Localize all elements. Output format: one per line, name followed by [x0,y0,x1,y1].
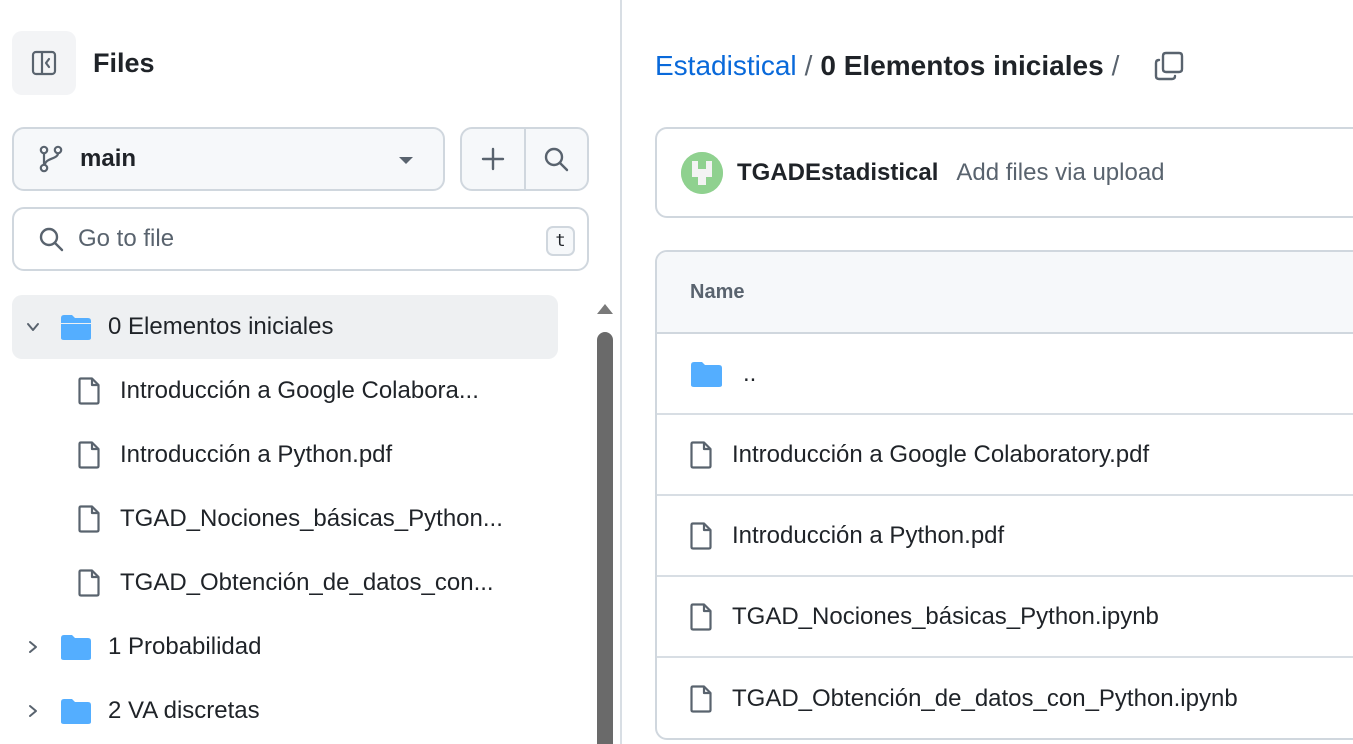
row-label[interactable]: .. [743,360,756,388]
row-label[interactable]: Introducción a Python.pdf [732,522,1004,550]
go-to-file-placeholder: Go to file [78,225,175,252]
folder-icon [61,635,91,660]
table-row[interactable]: Introducción a Python.pdf [657,496,1353,577]
caret-down-icon [399,157,413,164]
scroll-up-arrow-icon[interactable] [597,304,613,314]
chevron-right-icon[interactable] [24,704,42,718]
git-branch-icon [39,145,63,173]
copy-icon [1155,51,1184,81]
scrollbar-thumb[interactable] [597,332,613,744]
commit-author[interactable]: TGADEstadistical [737,159,938,187]
table-row-parent-dir[interactable]: .. [657,334,1353,415]
table-row[interactable]: Introducción a Google Colaboratory.pdf [657,415,1353,496]
file-icon [690,521,712,550]
tree-item-label: TGAD_Obtención_de_datos_con... [120,569,494,596]
row-label[interactable]: Introducción a Google Colaboratory.pdf [732,441,1149,469]
folder-icon [691,361,722,387]
tree-item-label: 1 Probabilidad [108,633,262,660]
breadcrumb-repo-link[interactable]: Estadistical [655,50,797,82]
file-icon [78,505,100,533]
branch-selector-button[interactable]: main [12,127,445,191]
keyboard-shortcut-hint: t [546,226,575,256]
tree-item-label: TGAD_Nociones_básicas_Python... [120,505,503,532]
chevron-down-icon[interactable] [24,320,42,334]
sidebar-collapse-icon [31,50,57,76]
sidebar-actions [460,127,589,191]
search-icon [39,227,64,252]
breadcrumb-separator: / [804,50,813,81]
chevron-right-icon[interactable] [24,640,42,654]
tree-folder-item[interactable]: 0 Elementos iniciales [12,295,558,359]
file-icon [690,684,712,713]
file-icon [78,441,100,469]
file-tree-sidebar: Files main Go to file t 0 Elementos inic… [0,0,622,744]
tree-file-item[interactable]: TGAD_Nociones_básicas_Python... [12,487,558,551]
file-table: Name .. Introducción a Google Colaborato… [655,250,1353,740]
commit-message[interactable]: Add files via upload [956,159,1164,187]
table-row[interactable]: TGAD_Obtención_de_datos_con_Python.ipynb [657,658,1353,738]
file-icon [78,377,100,405]
tree-file-item[interactable]: TGAD_Obtención_de_datos_con... [12,551,558,615]
column-header-name: Name [690,280,745,303]
latest-commit-box: TGADEstadistical Add files via upload [655,127,1353,218]
tree-file-item[interactable]: Introducción a Google Colabora... [12,359,558,423]
tree-item-label: 0 Elementos iniciales [108,313,334,340]
tree-item-label: 2 VA discretas [108,697,260,724]
add-file-button[interactable] [462,129,524,189]
folder-icon [61,699,91,724]
identicon-icon [681,151,723,194]
sidebar-title: Files [93,47,155,78]
sidebar-header: Files [12,30,155,96]
file-icon [690,602,712,631]
tree-folder-item[interactable]: 2 VA discretas [12,679,558,743]
branch-name: main [80,145,137,172]
file-icon [78,569,100,597]
file-icon [690,440,712,469]
tree-item-label: Introducción a Python.pdf [120,441,393,468]
tree-folder-item[interactable]: 1 Probabilidad [12,615,558,679]
table-header: Name [657,252,1353,334]
breadcrumb-separator: / [1111,50,1120,81]
plus-icon [481,147,504,171]
breadcrumb: Estadistical / 0 Elementos iniciales / [655,44,1185,88]
folder-open-icon [61,315,91,340]
row-label[interactable]: TGAD_Nociones_básicas_Python.ipynb [732,603,1159,631]
avatar[interactable] [681,151,723,194]
copy-path-button[interactable] [1153,50,1185,82]
tree-file-item[interactable]: Introducción a Python.pdf [12,423,558,487]
row-label[interactable]: TGAD_Obtención_de_datos_con_Python.ipynb [732,685,1238,713]
sidebar-scrollbar[interactable] [596,300,614,744]
collapse-sidebar-button[interactable] [12,31,76,95]
search-icon [545,147,569,172]
file-tree: 0 Elementos iniciales Introducción a Goo… [12,295,558,743]
search-code-button[interactable] [523,129,588,189]
tree-item-label: Introducción a Google Colabora... [120,377,479,404]
breadcrumb-current: 0 Elementos iniciales [820,50,1104,81]
go-to-file-input[interactable]: Go to file t [12,207,589,271]
table-row[interactable]: TGAD_Nociones_básicas_Python.ipynb [657,577,1353,658]
